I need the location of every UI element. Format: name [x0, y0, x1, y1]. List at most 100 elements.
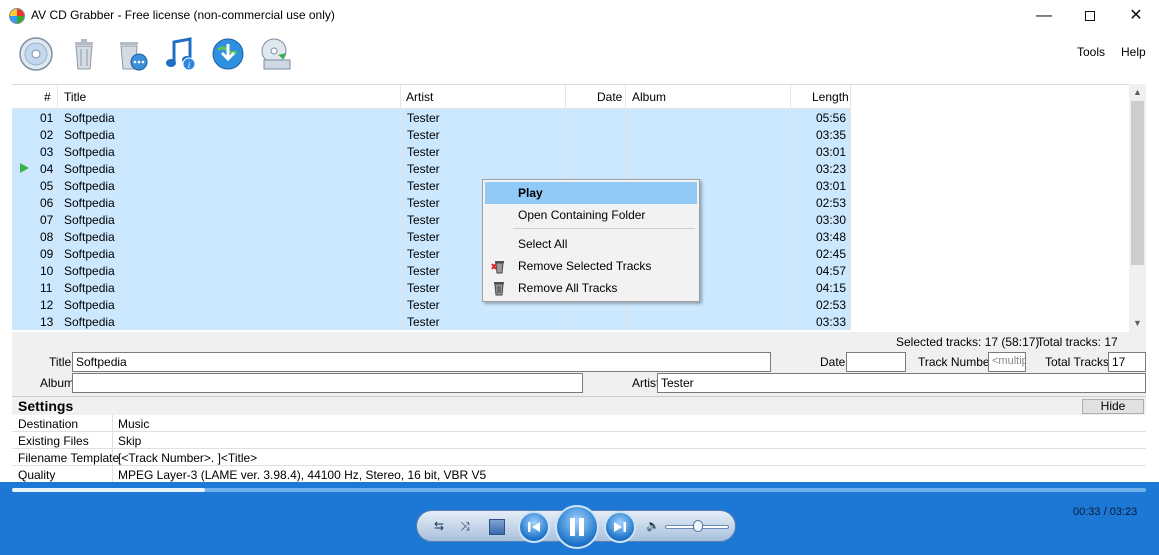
- volume-icon[interactable]: 🔈: [645, 519, 661, 532]
- cell-title: Softpedia: [64, 128, 115, 142]
- table-row[interactable]: 04 Softpedia Tester 03:23: [12, 160, 850, 177]
- cell-title: Softpedia: [64, 145, 115, 159]
- cell-artist: Tester: [407, 247, 440, 261]
- download-globe-icon[interactable]: [210, 36, 246, 72]
- cd-settings-icon[interactable]: [258, 36, 294, 72]
- header-date[interactable]: Date: [597, 90, 622, 104]
- player-bar: ⇆ ⤨ 🔈 00:33 / 03:23: [0, 482, 1159, 555]
- cell-length: 02:45: [816, 247, 847, 261]
- header-artist[interactable]: Artist: [406, 90, 433, 104]
- menu-help[interactable]: Help: [1121, 45, 1146, 59]
- cell-length: 05:56: [816, 111, 847, 125]
- maximize-icon: [1085, 10, 1095, 21]
- cell-title: Softpedia: [64, 230, 115, 244]
- scrollbar-thumb[interactable]: [1131, 101, 1144, 265]
- cell-length: 03:48: [816, 230, 847, 244]
- hide-settings-button[interactable]: Hide: [1082, 399, 1144, 414]
- trash-options-icon[interactable]: [114, 36, 150, 72]
- table-row[interactable]: 02 Softpedia Tester 03:35: [12, 126, 850, 143]
- settings-row[interactable]: Existing Files Skip: [12, 432, 1146, 449]
- menu-item-remove-all[interactable]: Remove All Tracks: [485, 277, 697, 299]
- cell-title: Softpedia: [64, 111, 115, 125]
- menu-item-play[interactable]: Play: [485, 182, 697, 204]
- header-number[interactable]: #: [44, 90, 51, 104]
- cell-number: 02: [40, 128, 54, 142]
- table-row[interactable]: 08 Softpedia Tester 03:48: [12, 228, 850, 245]
- cell-artist: Tester: [407, 213, 440, 227]
- scroll-down-icon[interactable]: ▼: [1129, 315, 1146, 332]
- settings-key: Quality: [18, 468, 56, 482]
- repeat-icon[interactable]: ⇆: [431, 519, 447, 533]
- track-number-field[interactable]: <multip: [988, 352, 1026, 372]
- scroll-up-icon[interactable]: ▲: [1129, 84, 1146, 101]
- header-title[interactable]: Title: [64, 90, 86, 104]
- music-note-info-icon[interactable]: i: [162, 36, 198, 72]
- cell-artist: Tester: [407, 162, 440, 176]
- previous-button[interactable]: [518, 511, 550, 543]
- title-field[interactable]: Softpedia: [72, 352, 771, 372]
- cell-title: Softpedia: [64, 196, 115, 210]
- settings-value: [<Track Number>. ]<Title>: [118, 451, 258, 465]
- settings-value: Music: [118, 417, 150, 431]
- album-field[interactable]: [72, 373, 583, 393]
- menu-item-label: Open Containing Folder: [518, 208, 646, 222]
- trash-icon[interactable]: [66, 36, 102, 72]
- cell-number: 10: [40, 264, 54, 278]
- volume-knob[interactable]: [693, 520, 703, 532]
- cell-length: 03:35: [816, 128, 847, 142]
- table-row[interactable]: 10 Softpedia Tester 04:57: [12, 262, 850, 279]
- table-scrollbar[interactable]: ▲ ▼: [1129, 84, 1146, 332]
- pause-button[interactable]: [555, 505, 599, 549]
- table-row[interactable]: 12 Softpedia Tester 02:53: [12, 296, 850, 313]
- remove-selected-icon: [491, 258, 507, 274]
- settings-row[interactable]: Filename Template [<Track Number>. ]<Titl…: [12, 449, 1146, 466]
- menu-item-remove-selected[interactable]: Remove Selected Tracks: [485, 255, 697, 277]
- menu-tools[interactable]: Tools: [1077, 45, 1105, 59]
- settings-key: Filename Template: [18, 451, 120, 465]
- column-divider: [850, 85, 851, 331]
- cell-title: Softpedia: [64, 179, 115, 193]
- cell-artist: Tester: [407, 196, 440, 210]
- cell-artist: Tester: [407, 298, 440, 312]
- status-bar: Selected tracks: 17 (58:17) Total tracks…: [12, 332, 1146, 363]
- table-row[interactable]: 06 Softpedia Tester 02:53: [12, 194, 850, 211]
- cell-artist: Tester: [407, 145, 440, 159]
- stop-button[interactable]: [489, 519, 505, 535]
- table-row[interactable]: 11 Softpedia Tester 04:15: [12, 279, 850, 296]
- seek-bar[interactable]: [12, 488, 1146, 492]
- table-row[interactable]: 07 Softpedia Tester 03:30: [12, 211, 850, 228]
- minimize-button[interactable]: —: [1021, 0, 1067, 31]
- shuffle-icon[interactable]: ⤨: [457, 519, 473, 534]
- total-tracks-field[interactable]: 17: [1108, 352, 1146, 372]
- close-button[interactable]: ✕: [1113, 0, 1159, 31]
- cell-number: 11: [40, 281, 53, 295]
- table-row[interactable]: 13 Softpedia Tester 03:33: [12, 313, 850, 330]
- next-button[interactable]: [604, 511, 636, 543]
- table-header: # Title Artist Date Album Length: [12, 85, 850, 109]
- menu-item-label: Remove All Tracks: [518, 281, 618, 295]
- settings-panel: Settings Hide Destination Music Existing F…: [12, 396, 1146, 483]
- settings-row[interactable]: Quality MPEG Layer-3 (LAME ver. 3.98.4), …: [12, 466, 1146, 483]
- menu-item-select-all[interactable]: Select All: [485, 233, 697, 255]
- menu-item-open-folder[interactable]: Open Containing Folder: [485, 204, 697, 226]
- table-row[interactable]: 05 Softpedia Tester 03:01: [12, 177, 850, 194]
- menu-separator: [513, 228, 695, 229]
- table-row[interactable]: 09 Softpedia Tester 02:45: [12, 245, 850, 262]
- header-album[interactable]: Album: [632, 90, 666, 104]
- table-row[interactable]: 03 Softpedia Tester 03:01: [12, 143, 850, 160]
- date-field[interactable]: [846, 352, 906, 372]
- cell-number: 12: [40, 298, 54, 312]
- table-row[interactable]: 01 Softpedia Tester 05:56: [12, 109, 850, 126]
- settings-divider: [112, 449, 113, 466]
- cell-artist: Tester: [407, 315, 440, 329]
- cell-title: Softpedia: [64, 281, 115, 295]
- time-readout: 00:33 / 03:23: [1073, 506, 1138, 518]
- header-length[interactable]: Length: [812, 90, 849, 104]
- cell-number: 01: [40, 111, 54, 125]
- date-label: Date: [820, 355, 846, 369]
- maximize-button[interactable]: [1067, 0, 1113, 31]
- settings-row[interactable]: Destination Music: [12, 415, 1146, 432]
- cd-icon[interactable]: [18, 36, 54, 72]
- settings-key: Destination: [18, 417, 79, 431]
- artist-field[interactable]: Tester: [657, 373, 1146, 393]
